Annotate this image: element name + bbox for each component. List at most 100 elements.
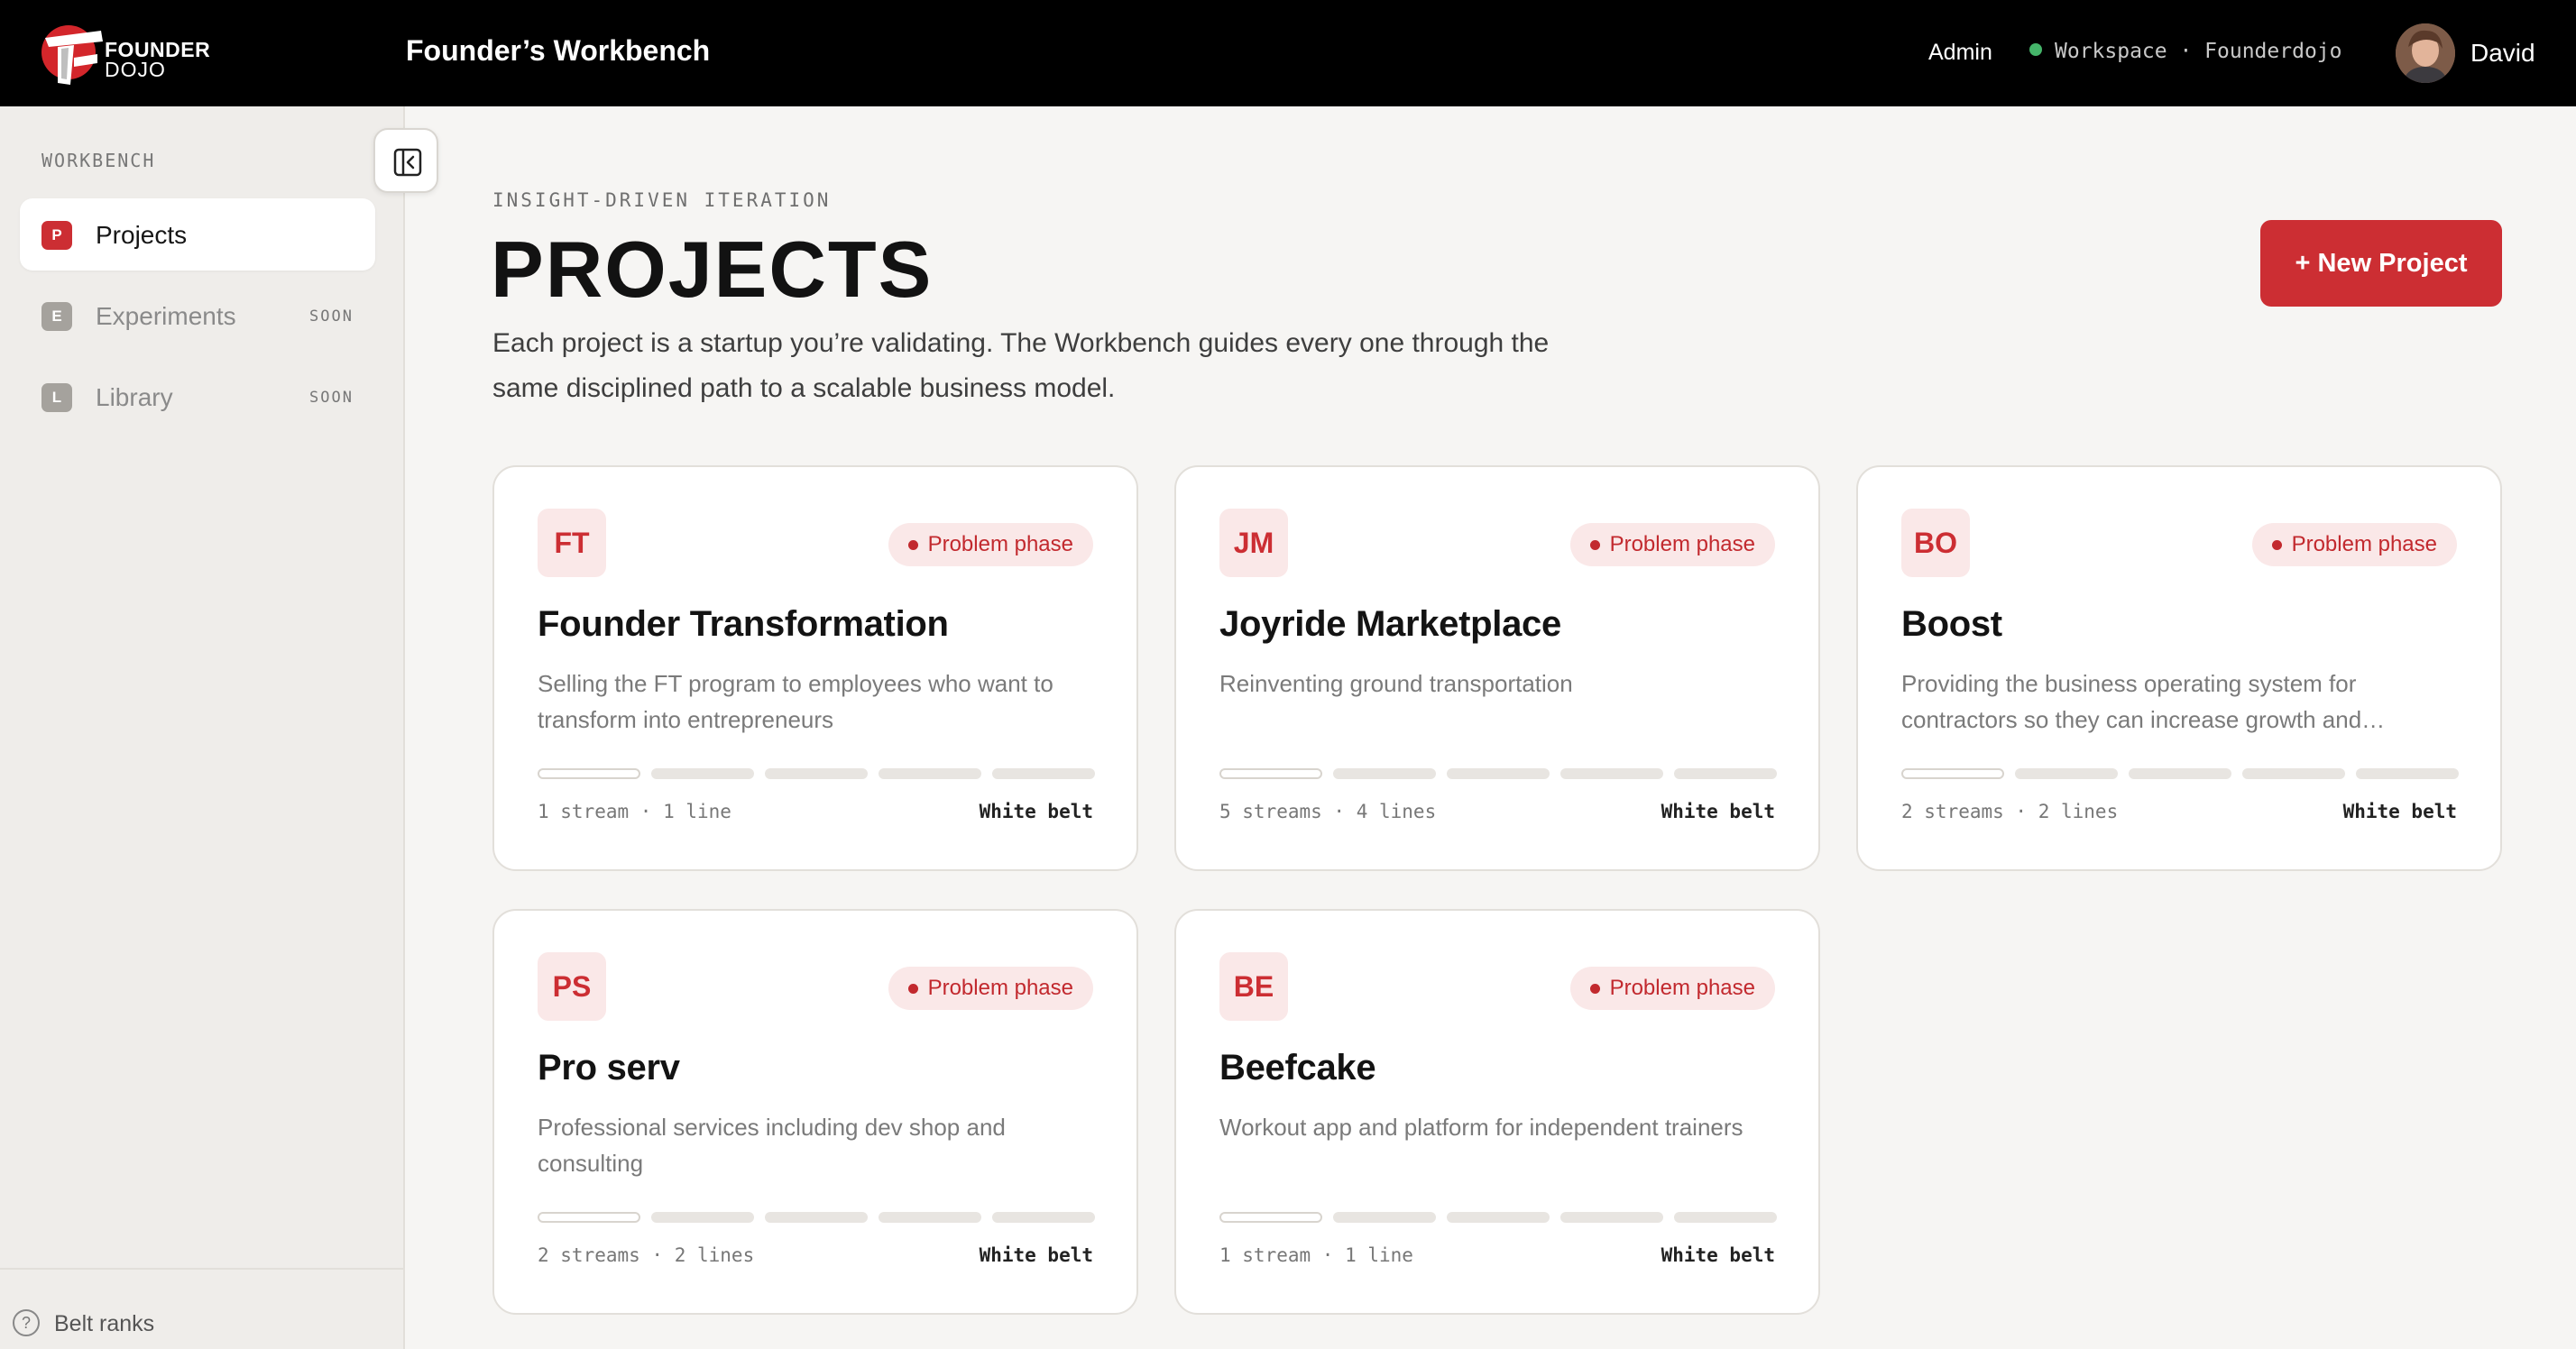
project-name: Beefcake	[1219, 1048, 1376, 1087]
project-initials: BE	[1219, 952, 1288, 1021]
page-title: PROJECTS	[491, 225, 934, 314]
project-description: Workout app and platform for independent…	[1219, 1114, 1743, 1141]
sidebar-item-label: Projects	[96, 221, 188, 249]
progress-track	[538, 1212, 1095, 1223]
projects-badge-icon: P	[41, 221, 72, 250]
progress-segment	[1674, 1212, 1777, 1223]
project-initials: PS	[538, 952, 606, 1021]
project-meta: 2 streams · 2 lines	[1901, 801, 2119, 822]
sidebar-item-experiments[interactable]: E Experiments SOON	[20, 280, 375, 352]
project-initials: JM	[1219, 509, 1288, 577]
project-description: Providing the business operating system …	[1901, 670, 2386, 733]
collapse-sidebar-button[interactable]	[373, 128, 438, 193]
progress-segment	[2015, 768, 2118, 779]
logo-wordmark: FOUNDER DOJO	[105, 38, 211, 81]
progress-segment	[879, 1212, 981, 1223]
progress-segment	[765, 768, 868, 779]
belt-rank: White belt	[979, 801, 1093, 822]
project-name: Founder Transformation	[538, 604, 949, 644]
sidebar-item-library[interactable]: L Library SOON	[20, 361, 375, 433]
phase-badge: Problem phase	[1569, 967, 1775, 1010]
library-badge-icon: L	[41, 383, 72, 412]
progress-track	[1901, 768, 2459, 779]
project-name: Boost	[1901, 604, 2002, 644]
project-description: Reinventing ground transportation	[1219, 670, 1573, 697]
project-meta: 1 stream · 1 line	[538, 801, 731, 822]
progress-segment	[1219, 1212, 1322, 1223]
sidebar: WORKBENCH P Projects E Experiments SOON …	[0, 106, 405, 1349]
help-icon: ?	[13, 1309, 40, 1336]
workspace-indicator[interactable]: Workspace · Founderdojo	[2029, 40, 2342, 63]
progress-segment	[1219, 768, 1322, 779]
sidebar-item-label: Experiments	[96, 302, 236, 330]
phase-badge: Problem phase	[888, 967, 1093, 1010]
progress-segment	[1333, 768, 1436, 779]
belt-ranks-link[interactable]: Belt ranks	[54, 1311, 154, 1337]
progress-track	[538, 768, 1095, 779]
project-initials: BO	[1901, 509, 1970, 577]
sidebar-footer: ? Belt ranks	[0, 1268, 403, 1349]
workspace-status-dot-icon	[2029, 43, 2042, 56]
phase-badge: Problem phase	[2251, 523, 2457, 566]
phase-badge: Problem phase	[1569, 523, 1775, 566]
progress-segment	[651, 1212, 754, 1223]
progress-segment	[2242, 768, 2345, 779]
project-card-founder-transformation[interactable]: FT Problem phase Founder Transformation …	[492, 465, 1138, 871]
project-meta: 2 streams · 2 lines	[538, 1244, 755, 1266]
progress-segment	[1560, 768, 1663, 779]
project-card-pro-serv[interactable]: PS Problem phase Pro serv Professional s…	[492, 909, 1138, 1315]
progress-segment	[879, 768, 981, 779]
project-card-beefcake[interactable]: BE Problem phase Beefcake Workout app an…	[1174, 909, 1820, 1315]
progress-segment	[651, 768, 754, 779]
progress-segment	[538, 768, 640, 779]
page-kicker: INSIGHT-DRIVEN ITERATION	[492, 189, 832, 211]
progress-segment	[1674, 768, 1777, 779]
top-bar: FOUNDER DOJO Founder’s Workbench Admin W…	[0, 0, 2576, 106]
progress-track	[1219, 1212, 1777, 1223]
collapse-panel-icon	[393, 148, 422, 177]
app-title: Founder’s Workbench	[406, 34, 711, 67]
logo-line-2: DOJO	[105, 58, 166, 81]
progress-segment	[1447, 768, 1550, 779]
project-card-joyride-marketplace[interactable]: JM Problem phase Joyride Marketplace Rei…	[1174, 465, 1820, 871]
progress-segment	[2129, 768, 2231, 779]
progress-segment	[992, 1212, 1095, 1223]
project-meta: 5 streams · 4 lines	[1219, 801, 1437, 822]
sidebar-item-label: Library	[96, 383, 173, 411]
logo-line-1: FOUNDER	[105, 38, 211, 61]
avatar[interactable]	[2396, 23, 2455, 83]
phase-badge: Problem phase	[888, 523, 1093, 566]
user-avatar-icon	[2396, 23, 2455, 83]
project-meta: 1 stream · 1 line	[1219, 1244, 1413, 1266]
progress-segment	[765, 1212, 868, 1223]
progress-segment	[2356, 768, 2459, 779]
progress-segment	[1901, 768, 2004, 779]
project-description: Selling the FT program to employees who …	[538, 670, 1053, 733]
logo-mark-icon	[41, 25, 103, 85]
page-description: Each project is a startup you’re validat…	[492, 328, 1550, 403]
progress-segment	[1447, 1212, 1550, 1223]
belt-rank: White belt	[979, 1244, 1093, 1266]
soon-badge: SOON	[309, 307, 354, 326]
progress-segment	[1333, 1212, 1436, 1223]
workspace-label: Workspace · Founderdojo	[2055, 40, 2342, 63]
progress-segment	[538, 1212, 640, 1223]
progress-track	[1219, 768, 1777, 779]
belt-rank: White belt	[2342, 801, 2457, 822]
project-description: Professional services including dev shop…	[538, 1114, 1006, 1177]
soon-badge: SOON	[309, 389, 354, 407]
experiments-badge-icon: E	[41, 302, 72, 331]
project-card-boost[interactable]: BO Problem phase Boost Providing the bus…	[1856, 465, 2502, 871]
new-project-button[interactable]: + New Project	[2260, 220, 2502, 307]
project-name: Joyride Marketplace	[1219, 604, 1561, 644]
belt-rank: White belt	[1661, 1244, 1775, 1266]
admin-link[interactable]: Admin	[1928, 40, 1992, 66]
project-initials: FT	[538, 509, 606, 577]
progress-segment	[1560, 1212, 1663, 1223]
belt-rank: White belt	[1661, 801, 1775, 822]
progress-segment	[992, 768, 1095, 779]
sidebar-heading: WORKBENCH	[41, 150, 156, 171]
sidebar-item-projects[interactable]: P Projects	[20, 198, 375, 271]
user-name[interactable]: David	[2470, 39, 2535, 68]
project-name: Pro serv	[538, 1048, 680, 1087]
